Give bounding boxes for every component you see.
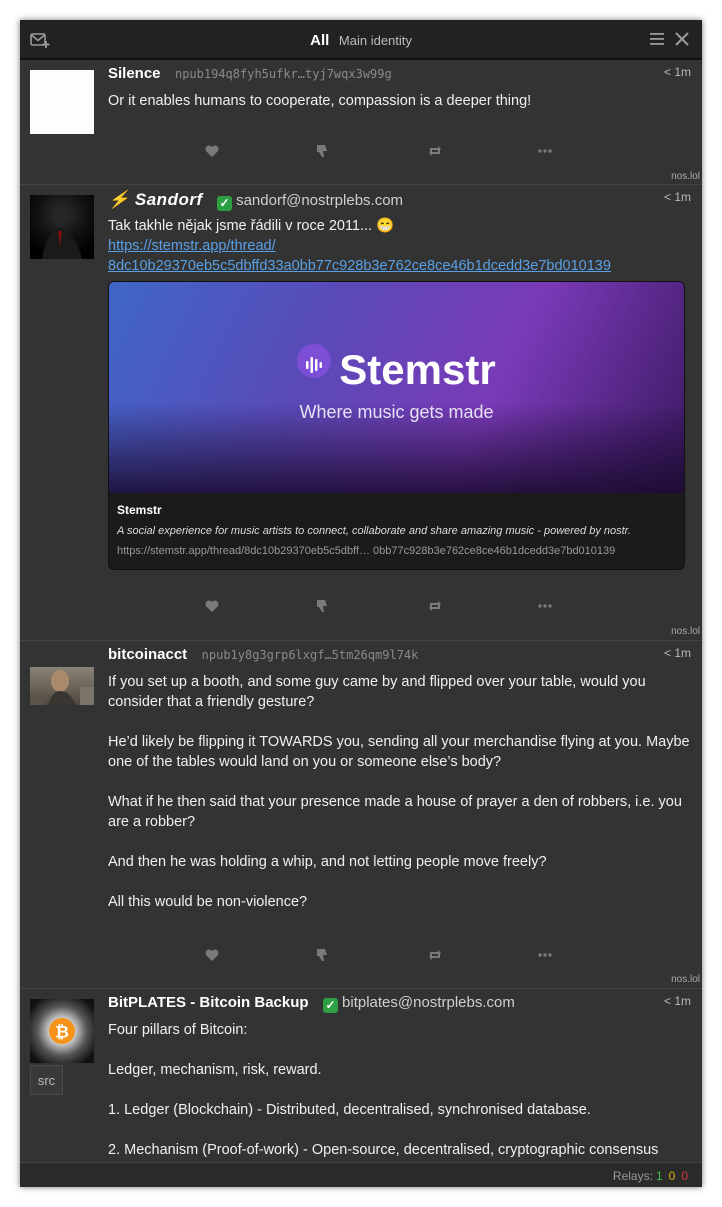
author-npub: npub1y8g3grp6lxgf…5tm26qm9l74k (201, 648, 419, 662)
author-name[interactable]: bitcoinacct (108, 646, 187, 663)
dislike-icon[interactable] (314, 143, 330, 159)
repost-icon[interactable] (427, 598, 443, 614)
post-paragraph: And then he was holding a whip, and not … (108, 854, 547, 870)
top-bar: All Main identity (20, 20, 702, 60)
more-icon[interactable] (537, 947, 553, 963)
post-paragraph: If you set up a booth, and some guy came… (108, 674, 646, 710)
close-icon[interactable] (674, 31, 690, 47)
relays-connected-count: 1 (655, 1169, 663, 1183)
more-icon[interactable] (537, 143, 553, 159)
author-npub: npub194q8fyh5ufkr…tyj7wqx3w99g (174, 67, 392, 81)
dislike-icon[interactable] (314, 947, 330, 963)
author-name[interactable]: BitPLATES - Bitcoin Backup (108, 994, 309, 1011)
src-button[interactable]: src (30, 1065, 63, 1095)
post-content: If you set up a booth, and some guy came… (108, 672, 698, 912)
tab-all[interactable]: All (310, 32, 329, 49)
post-actions (108, 143, 702, 163)
post-paragraph: Tak takhle nějak jsme řádili v roce 2011… (108, 218, 395, 234)
avatar[interactable] (30, 195, 94, 259)
post-content: Tak takhle nějak jsme řádili v roce 2011… (108, 216, 698, 276)
post-paragraph: What if he then said that your presence … (108, 794, 682, 830)
post-actions (108, 947, 702, 967)
relays-failed-count: 0 (681, 1169, 688, 1183)
post-header: Silence npub194q8fyh5ufkr…tyj7wqx3w99g (108, 65, 702, 85)
post-bitplates: ₿ src BitPLATES - Bitcoin Backup ✓ bitpla… (20, 989, 702, 1162)
post-header: bitcoinacct npub1y8g3grp6lxgf…5tm26qm9l7… (108, 646, 702, 666)
avatar[interactable] (30, 667, 94, 705)
post-sandorf: ⚡ Sandorf ✓ sandorf@nostrplebs.com < 1m T… (20, 185, 702, 641)
relays-label: Relays: (612, 1169, 653, 1183)
post-time: < 1m (663, 190, 691, 204)
preview-image: Stemstr Where music gets made (109, 282, 684, 493)
relay-status[interactable]: Relays: 1 0 0 (613, 1169, 688, 1183)
author-nip05: ✓ bitplates@nostrplebs.com (323, 994, 515, 1013)
like-icon[interactable] (204, 947, 220, 963)
more-icon[interactable] (537, 598, 553, 614)
avatar-figure (30, 670, 94, 705)
repost-icon[interactable] (427, 143, 443, 159)
avatar[interactable]: ₿ (30, 999, 94, 1063)
preview-description: A social experience for music artists to… (117, 525, 631, 537)
relay-tag: nos.lol (671, 974, 700, 985)
post-content: Or it enables humans to cooperate, compa… (108, 91, 698, 111)
preview-title: Stemstr (117, 503, 162, 517)
preview-brand-text: Stemstr (339, 346, 496, 393)
preview-tagline: Where music gets made (299, 402, 494, 422)
link-preview-card[interactable]: Stemstr Where music gets made Stemstr A … (108, 281, 685, 570)
svg-text:₿: ₿ (55, 1023, 69, 1043)
post-actions (108, 598, 702, 618)
author-name[interactable]: Silence (108, 65, 161, 82)
like-icon[interactable] (204, 598, 220, 614)
post-link[interactable]: https://stemstr.app/thread/ (108, 238, 276, 254)
repost-icon[interactable] (427, 947, 443, 963)
post-time: < 1m (663, 646, 691, 660)
feed-tabs: All Main identity (20, 32, 702, 49)
post-paragraph: Ledger, mechanism, risk, reward. (108, 1062, 322, 1078)
status-bar: Relays: 1 0 0 (20, 1162, 702, 1187)
post-time: < 1m (663, 994, 691, 1008)
post-paragraph: All this would be non-violence? (108, 894, 308, 910)
preview-brand: Stemstr (109, 344, 684, 394)
post-content: Four pillars of Bitcoin: Ledger, mechani… (108, 1020, 698, 1160)
post-silence: Silence npub194q8fyh5ufkr…tyj7wqx3w99g <… (20, 60, 702, 185)
feed[interactable]: Silence npub194q8fyh5ufkr…tyj7wqx3w99g <… (20, 60, 702, 1162)
nip05-text: sandorf@nostrplebs.com (236, 192, 404, 209)
relay-tag: nos.lol (671, 171, 700, 182)
post-paragraph: Or it enables humans to cooperate, compa… (108, 93, 532, 109)
menu-icon[interactable] (649, 32, 665, 46)
author-nip05: ✓ sandorf@nostrplebs.com (217, 192, 404, 211)
nip05-text: bitplates@nostrplebs.com (342, 994, 515, 1011)
post-header: BitPLATES - Bitcoin Backup ✓ bitplates@no… (108, 994, 702, 1014)
post-paragraph: He’d likely be flipping it TOWARDS you, … (108, 734, 690, 770)
avatar-figure (42, 207, 82, 259)
post-time: < 1m (663, 65, 691, 79)
post-header: ⚡ Sandorf ✓ sandorf@nostrplebs.com (108, 190, 702, 211)
relay-tag: nos.lol (671, 626, 700, 637)
post-paragraph: Four pillars of Bitcoin: (108, 1022, 248, 1038)
tab-main-identity[interactable]: Main identity (339, 33, 412, 48)
preview-url: https://stemstr.app/thread/8dc10b29370eb… (117, 545, 616, 557)
avatar[interactable] (30, 70, 94, 134)
verified-check-icon: ✓ (323, 998, 339, 1013)
post-paragraph: 2. Mechanism (Proof-of-work) - Open-sour… (108, 1142, 659, 1158)
stemstr-logo-icon (297, 344, 332, 378)
dislike-icon[interactable] (314, 598, 330, 614)
like-icon[interactable] (204, 143, 220, 159)
app-window: All Main identity Silence npub194q8fyh5u… (20, 20, 702, 1187)
post-paragraph: 1. Ledger (Blockchain) - Distributed, de… (108, 1102, 591, 1118)
relays-pending-count: 0 (668, 1169, 676, 1183)
post-bitcoinacct: bitcoinacct npub1y8g3grp6lxgf…5tm26qm9l7… (20, 641, 702, 989)
bitcoin-logo-icon: ₿ (49, 1018, 75, 1044)
verified-check-icon: ✓ (217, 196, 233, 211)
post-link-cont[interactable]: 8dc10b29370eb5c5dbffd33a0bb77c928b3e762c… (108, 258, 611, 274)
author-name[interactable]: ⚡ Sandorf (108, 190, 203, 209)
